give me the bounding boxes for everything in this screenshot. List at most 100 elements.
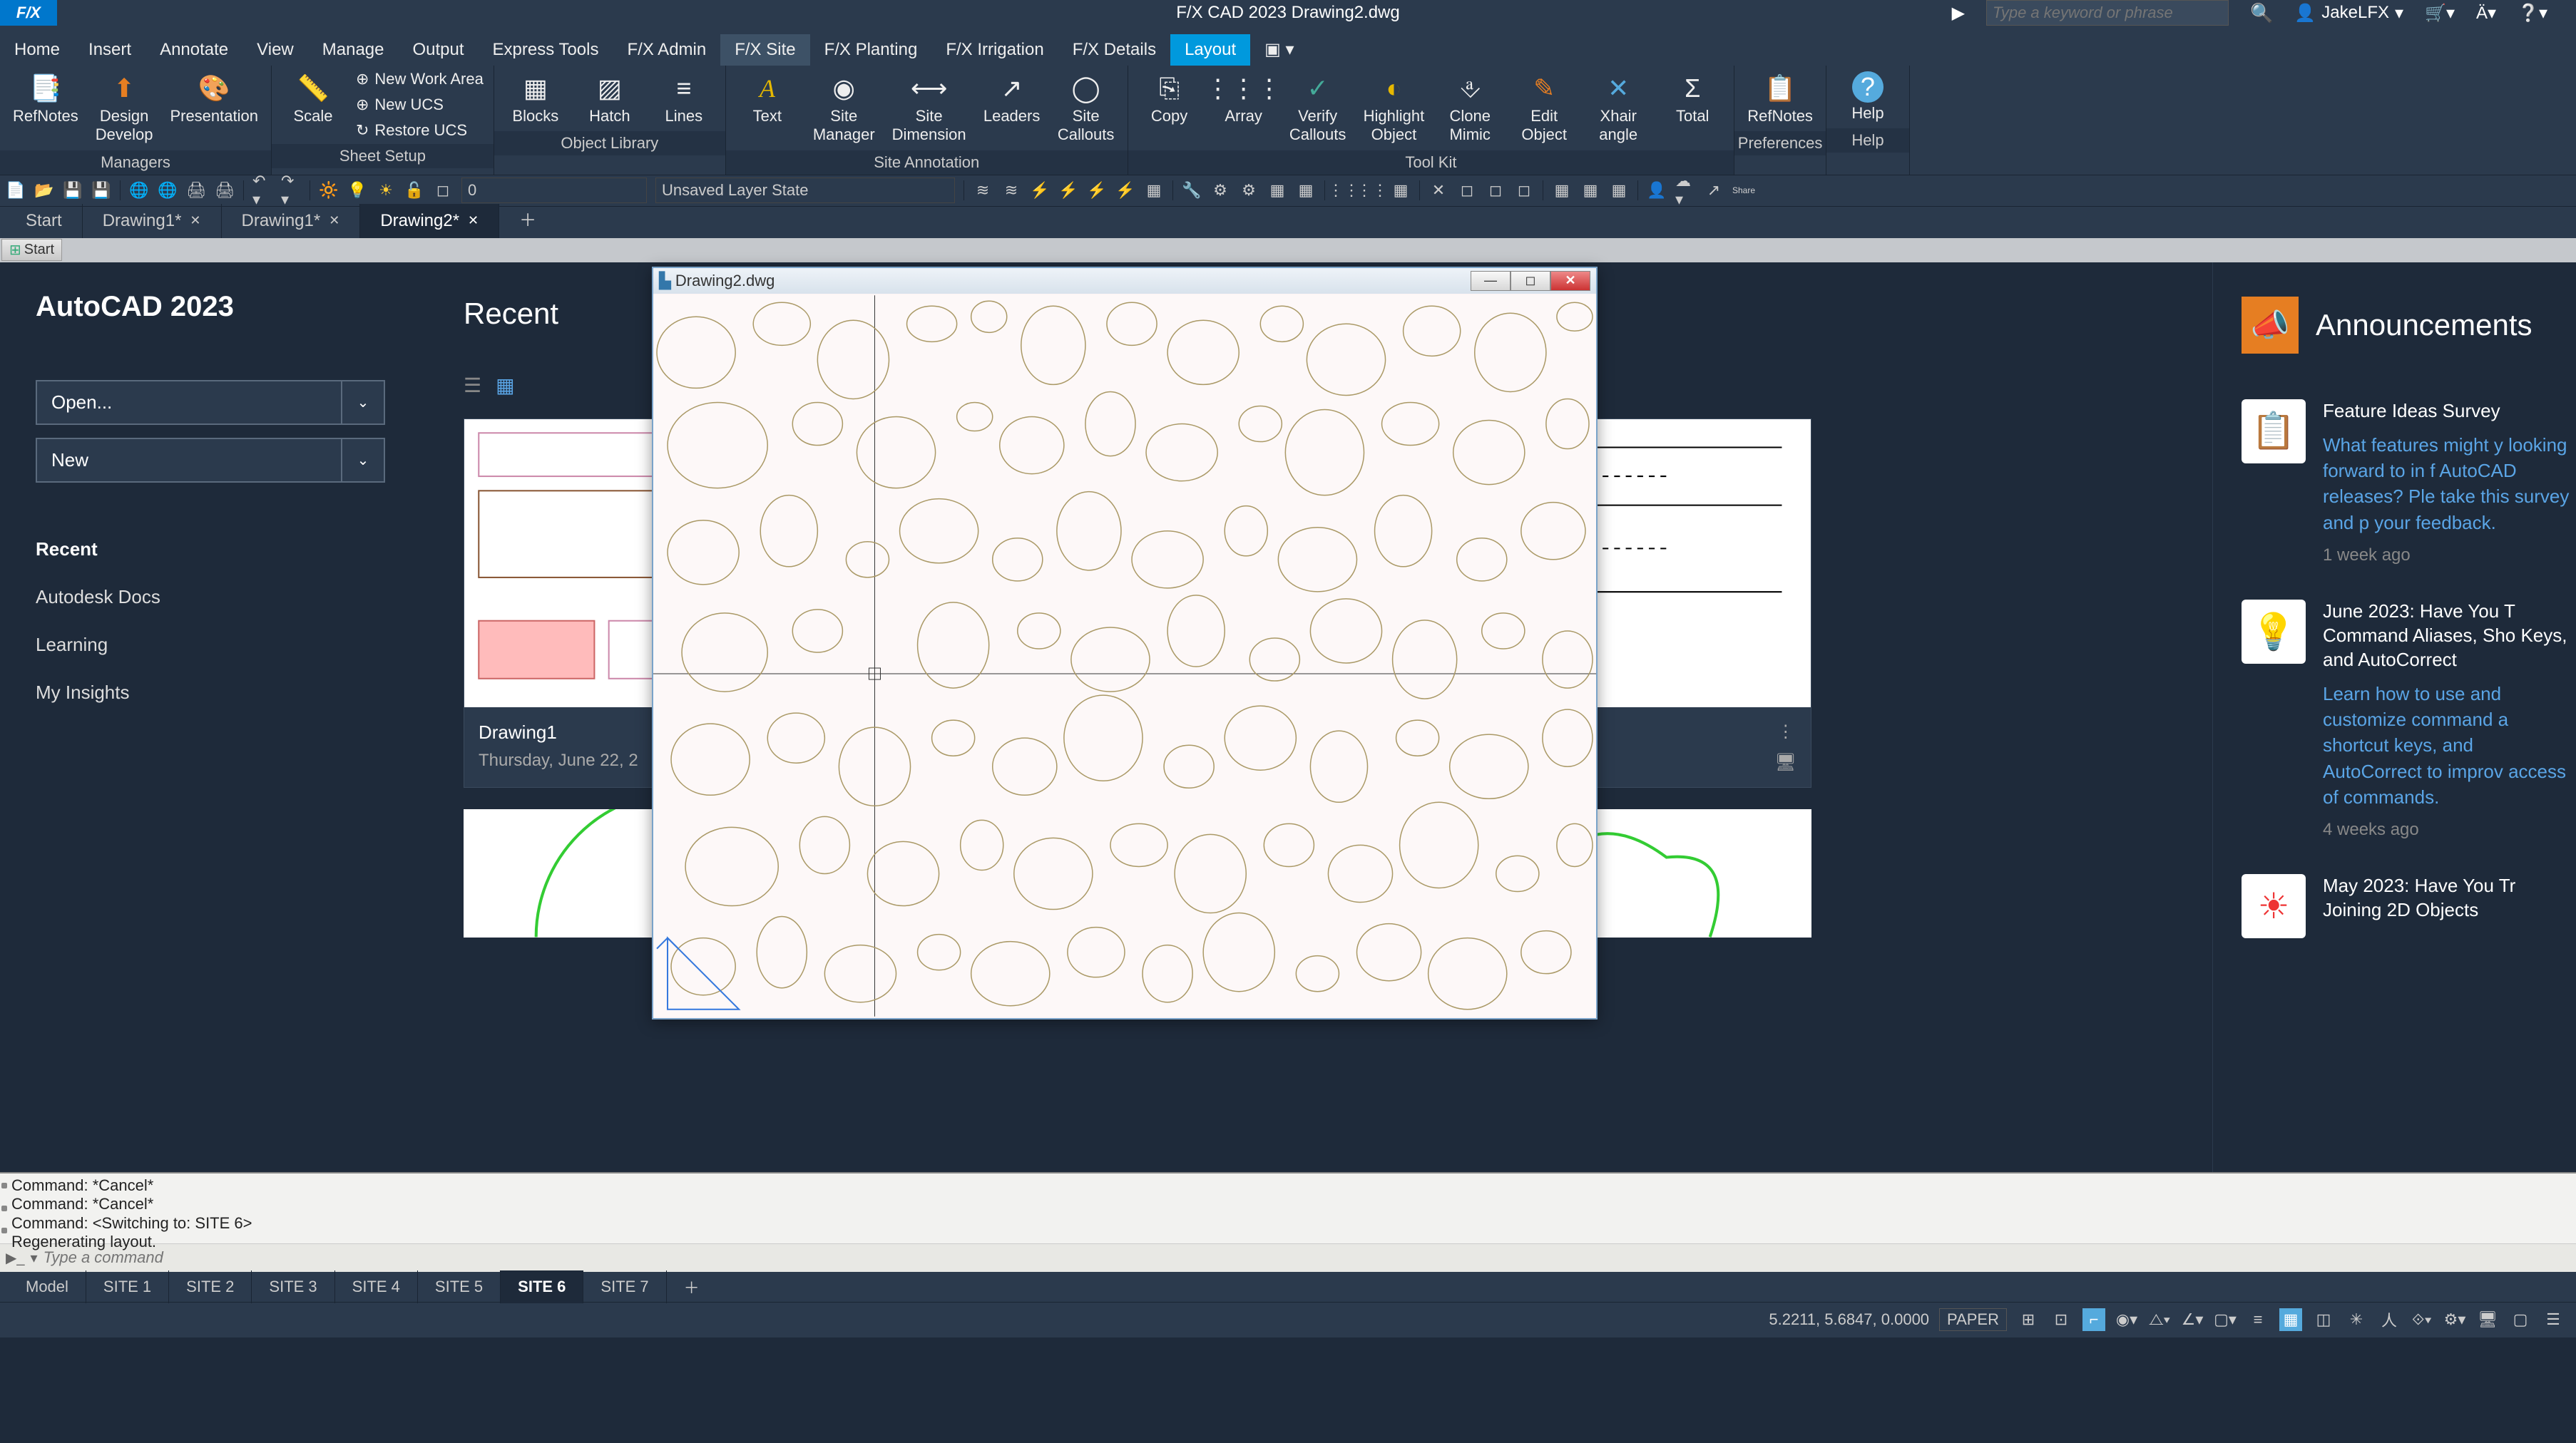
- monitor-icon[interactable]: 🖥: [2476, 1308, 2499, 1331]
- menu-home[interactable]: Home: [0, 34, 74, 66]
- user-account[interactable]: 👤 JakeLFX ▾: [2294, 3, 2403, 24]
- transparency-icon[interactable]: ▦: [2279, 1308, 2302, 1331]
- tool-icon[interactable]: ⋮⋮: [1334, 180, 1354, 200]
- new-dropdown-button[interactable]: ⌄: [342, 438, 385, 483]
- tool-leaders[interactable]: ↗Leaders: [976, 68, 1048, 148]
- tool-blocks[interactable]: ▦Blocks: [500, 68, 571, 128]
- start-button[interactable]: ⊞Start: [1, 239, 62, 261]
- layer-icon[interactable]: ▦: [1144, 180, 1164, 200]
- tool-icon[interactable]: ⚙: [1210, 180, 1230, 200]
- list-view-icon[interactable]: ☰: [464, 374, 481, 397]
- tool-icon[interactable]: ◻: [1486, 180, 1506, 200]
- tool-icon[interactable]: ▦: [1580, 180, 1600, 200]
- tool-text[interactable]: AText: [732, 68, 803, 148]
- tool-icon[interactable]: 👤: [1647, 180, 1667, 200]
- polar-icon[interactable]: ◉▾: [2115, 1308, 2138, 1331]
- cloud-icon[interactable]: ☁ ▾: [1675, 180, 1695, 200]
- web-open-icon[interactable]: 🌐: [129, 180, 149, 200]
- maximize-button[interactable]: ◻: [1511, 271, 1550, 291]
- layer-icon[interactable]: ≋: [973, 180, 993, 200]
- osnap-icon[interactable]: ∠▾: [2181, 1308, 2204, 1331]
- tool-icon[interactable]: ▦: [1267, 180, 1287, 200]
- tool-new-ucs[interactable]: ⊕New UCS: [352, 94, 488, 115]
- search-icon[interactable]: 🔍: [2250, 2, 2273, 24]
- new-tab-button[interactable]: ＋: [499, 199, 556, 238]
- tool-clone-mimic[interactable]: ⎀Clone Mimic: [1434, 68, 1506, 148]
- doc-tab[interactable]: Drawing1*✕: [83, 204, 222, 238]
- saveas-icon[interactable]: 💾: [91, 180, 111, 200]
- color-swatch-icon[interactable]: ◻: [433, 180, 453, 200]
- layer-icon[interactable]: ⚡: [1030, 180, 1050, 200]
- grid-icon[interactable]: ⊞: [2017, 1308, 2040, 1331]
- lineweight-icon[interactable]: ≡: [2247, 1308, 2269, 1331]
- minimize-button[interactable]: —: [1471, 271, 1511, 291]
- layer-icon[interactable]: ≋: [1001, 180, 1021, 200]
- lock-icon[interactable]: 🔓: [404, 180, 424, 200]
- layer-state-dropdown[interactable]: Unsaved Layer State: [655, 178, 955, 203]
- layout-tab[interactable]: SITE 4: [335, 1270, 418, 1303]
- sun-icon[interactable]: ☀: [376, 180, 396, 200]
- otrack-icon[interactable]: ▢▾: [2214, 1308, 2237, 1331]
- menu-express-tools[interactable]: Express Tools: [479, 34, 613, 66]
- custom-icon[interactable]: ☰: [2542, 1308, 2565, 1331]
- menu-fx-irrigation[interactable]: F/X Irrigation: [931, 34, 1058, 66]
- nav-autodesk-docs[interactable]: Autodesk Docs: [36, 573, 385, 621]
- open-icon[interactable]: 📂: [34, 180, 54, 200]
- menu-fx-planting[interactable]: F/X Planting: [810, 34, 932, 66]
- tool-new-work-area[interactable]: ⊕New Work Area: [352, 68, 488, 90]
- share-label[interactable]: Share: [1732, 185, 1755, 195]
- menu-layout[interactable]: Layout: [1170, 34, 1250, 66]
- fullnav-icon[interactable]: ▢: [2509, 1308, 2532, 1331]
- nav-learning[interactable]: Learning: [36, 621, 385, 669]
- tool-hatch[interactable]: ▨Hatch: [574, 68, 645, 128]
- tool-icon[interactable]: ⋮⋮: [1362, 180, 1382, 200]
- add-layout-button[interactable]: ＋: [667, 1268, 717, 1305]
- nav-recent[interactable]: Recent: [36, 525, 385, 573]
- layout-tab[interactable]: SITE 5: [418, 1270, 501, 1303]
- cart-icon[interactable]: 🛒▾: [2425, 3, 2455, 24]
- menu-manage[interactable]: Manage: [308, 34, 399, 66]
- new-icon[interactable]: 📄: [6, 180, 26, 200]
- space-label[interactable]: PAPER: [1939, 1308, 2007, 1331]
- menu-output[interactable]: Output: [398, 34, 478, 66]
- close-icon[interactable]: ✕: [190, 213, 200, 228]
- tool-scale[interactable]: 📏Scale: [277, 68, 349, 141]
- print-icon[interactable]: 🖨: [186, 180, 206, 200]
- layout-tab[interactable]: SITE 7: [583, 1270, 666, 1303]
- menu-annotate[interactable]: Annotate: [145, 34, 242, 66]
- menu-view[interactable]: View: [242, 34, 308, 66]
- chevron-down-icon[interactable]: ▾: [31, 1249, 38, 1267]
- cycling-icon[interactable]: ◫: [2312, 1308, 2335, 1331]
- close-button[interactable]: ✕: [1550, 271, 1590, 291]
- tool-highlight-object[interactable]: ◐Highlight Object: [1356, 68, 1432, 148]
- close-icon[interactable]: ✕: [329, 213, 339, 228]
- tool-edit-object[interactable]: ✎Edit Object: [1508, 68, 1580, 148]
- layout-tab[interactable]: SITE 2: [169, 1270, 252, 1303]
- grid-view-icon[interactable]: ▦: [496, 374, 514, 397]
- drawing-window[interactable]: ▙ Drawing2.dwg — ◻ ✕: [652, 267, 1598, 1020]
- tool-refnotes[interactable]: 📑RefNotes: [6, 68, 86, 148]
- menu-fx-details[interactable]: F/X Details: [1058, 34, 1170, 66]
- tool-icon[interactable]: ✕: [1428, 180, 1448, 200]
- layout-tab-active[interactable]: SITE 6: [501, 1270, 583, 1303]
- tool-icon[interactable]: ▦: [1552, 180, 1572, 200]
- layer-tool-icon[interactable]: 🔆: [319, 180, 339, 200]
- doc-tab-start[interactable]: Start: [6, 204, 83, 238]
- tool-icon[interactable]: ▦: [1391, 180, 1411, 200]
- doc-tab-active[interactable]: Drawing2*✕: [360, 204, 499, 238]
- web-save-icon[interactable]: 🌐: [158, 180, 178, 200]
- command-prompt-icon[interactable]: ▶_: [6, 1249, 25, 1267]
- monitor-icon[interactable]: 🖥: [1775, 752, 1796, 773]
- tool-design-develop[interactable]: ⬆Design Develop: [88, 68, 160, 148]
- undo-icon[interactable]: ↶ ▾: [252, 180, 272, 200]
- autoscl-icon[interactable]: ⟐▾: [2411, 1308, 2433, 1331]
- tool-icon[interactable]: ▦: [1296, 180, 1316, 200]
- tool-icon[interactable]: ◻: [1457, 180, 1477, 200]
- tool-icon[interactable]: ▦: [1609, 180, 1629, 200]
- tool-lines[interactable]: ≡Lines: [648, 68, 720, 128]
- tool-icon[interactable]: ⚙: [1239, 180, 1259, 200]
- help-icon[interactable]: ❔▾: [2518, 3, 2547, 24]
- tool-verify-callouts[interactable]: ✓Verify Callouts: [1282, 68, 1354, 148]
- menu-fx-site[interactable]: F/X Site: [720, 34, 809, 66]
- tool-xhair-angle[interactable]: ✕Xhair angle: [1583, 68, 1654, 148]
